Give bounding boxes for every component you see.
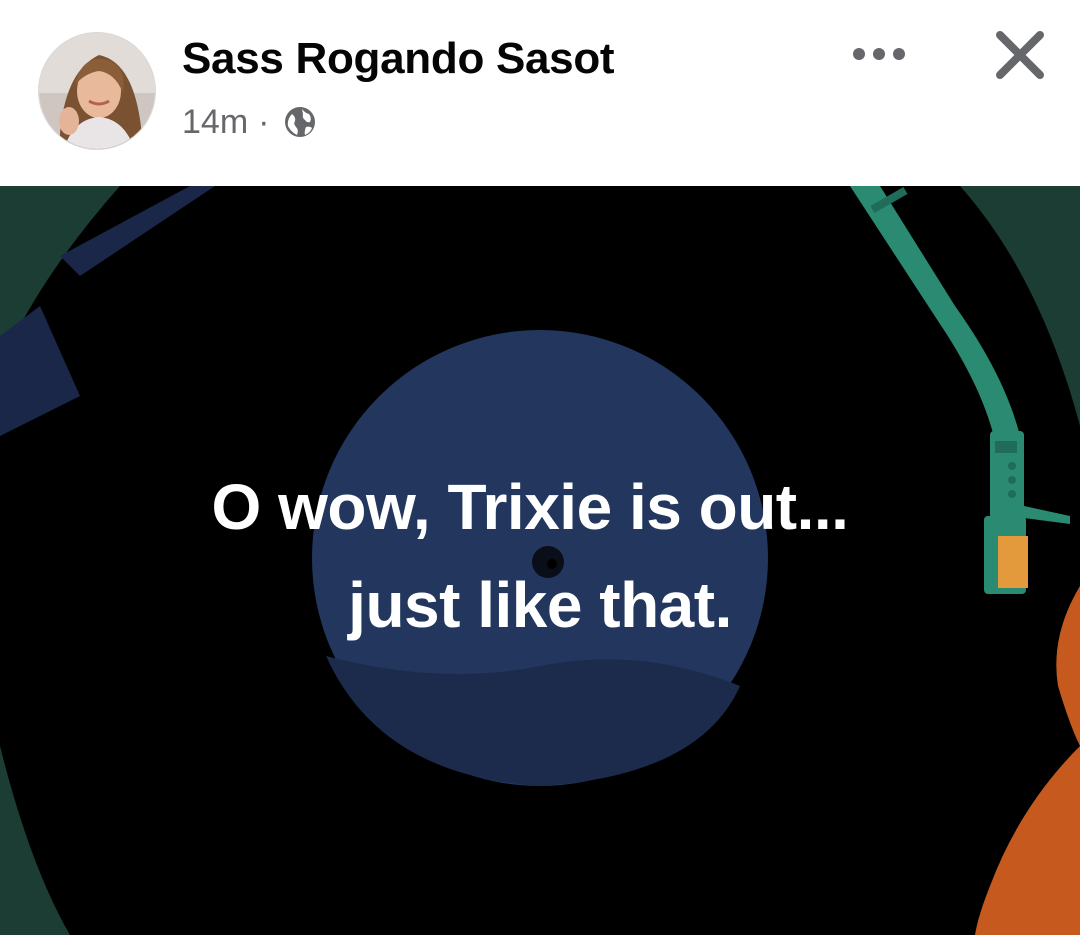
- post-header: Sass Rogando Sasot 14m ·: [0, 0, 1080, 186]
- globe-icon: [285, 107, 316, 137]
- more-options-icon: [853, 48, 905, 60]
- avatar-photo: [39, 33, 155, 149]
- close-button[interactable]: [986, 24, 1054, 86]
- post-timestamp[interactable]: 14m: [182, 103, 248, 142]
- post-text: O wow, Trixie is out... just like that.: [0, 458, 1080, 654]
- more-options-button[interactable]: [848, 34, 910, 74]
- post-text-line: just like that.: [348, 569, 732, 641]
- author-name[interactable]: Sass Rogando Sasot: [182, 34, 615, 84]
- close-icon: [996, 31, 1044, 79]
- facebook-post: Sass Rogando Sasot 14m · O wow, Trixie i…: [0, 0, 1080, 935]
- author-avatar[interactable]: [38, 32, 156, 150]
- post-image[interactable]: O wow, Trixie is out... just like that.: [0, 186, 1080, 935]
- post-meta: 14m ·: [182, 102, 317, 142]
- post-text-line: O wow, Trixie is out...: [211, 471, 849, 543]
- meta-separator: ·: [258, 102, 270, 141]
